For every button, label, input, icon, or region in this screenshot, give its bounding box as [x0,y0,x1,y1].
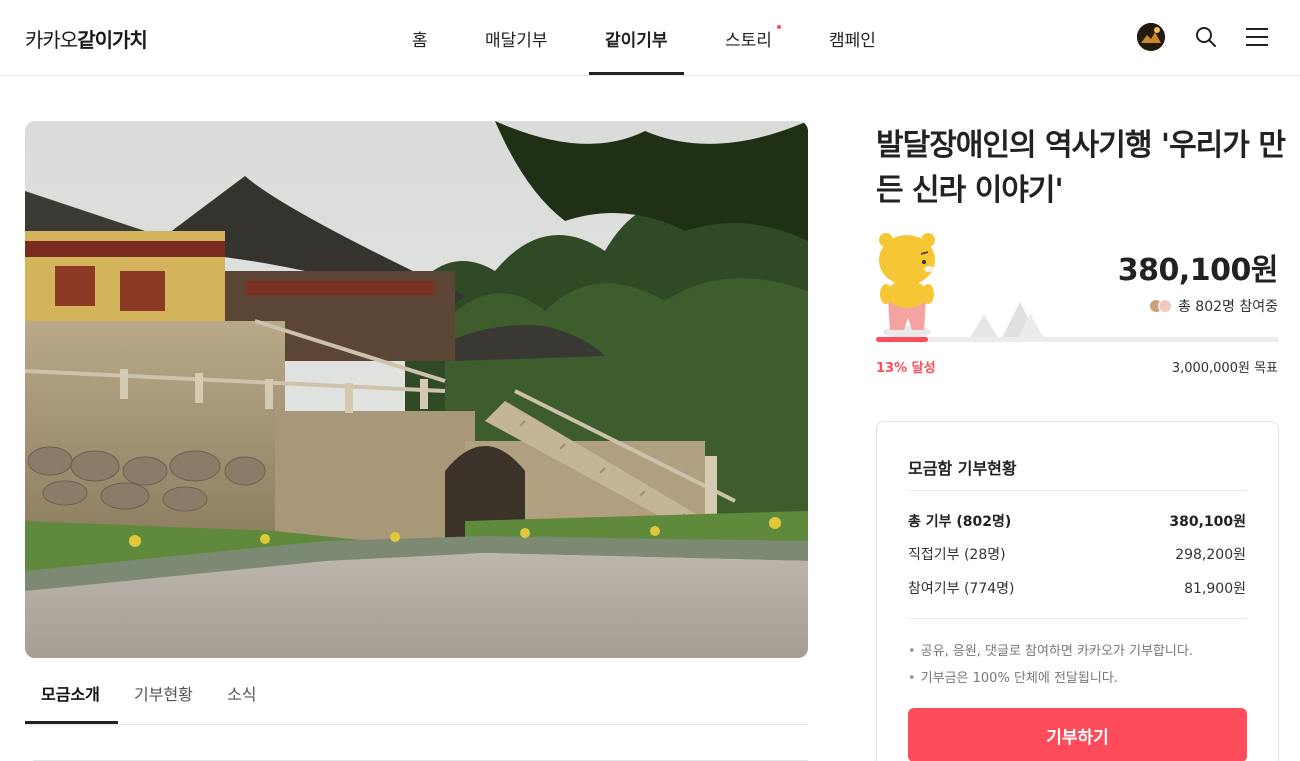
fundraiser-hero-image [25,121,808,658]
donation-note: 공유, 응원, 댓글로 참여하면 카카오가 기부합니다. [908,640,1193,659]
nav-story[interactable]: 스토리 [725,26,772,51]
direct-donation-value: 298,200원 [1175,547,1246,563]
logo-text-regular: 카카오 [25,28,78,52]
participation-donation-value: 81,900원 [1184,581,1246,597]
tab-news[interactable]: 소식 [227,681,256,705]
card-divider [908,490,1247,491]
tab-donation-status[interactable]: 기부현황 [134,681,193,705]
nav-home[interactable]: 홈 [412,26,428,51]
tabs-divider [25,724,808,725]
donation-status-card: 모금함 기부현황 총 기부 (802명) 380,100원 직접기부 (28명)… [876,421,1279,761]
new-indicator-dot [777,25,781,29]
nav-active-underline [589,72,684,75]
participants-text: 총 802명 참여중 [1177,299,1278,315]
donation-card-title: 모금함 기부현황 [908,459,1017,478]
goal-amount-label: 3,000,000원 목표 [1171,361,1278,376]
progress-bar [876,337,1279,342]
fundraiser-title: 발달장애인의 역사기행 '우리가 만든 신라 이야기' [876,128,1286,208]
total-donation-label: 총 기부 (802명) [908,514,1012,530]
donation-note: 기부금은 100% 단체에 전달됩니다. [908,667,1118,686]
card-divider [908,618,1247,619]
profile-avatar[interactable] [1137,23,1165,51]
raised-amount: 380,100원 [1117,253,1279,288]
nav-monthly-donation[interactable]: 매달기부 [485,26,548,51]
participant-avatar [1157,299,1172,313]
total-donation-value: 380,100원 [1169,514,1246,530]
logo-text-bold: 같이가치 [77,28,148,52]
menu-icon[interactable] [1242,22,1272,52]
nav-campaign[interactable]: 캠페인 [829,26,876,51]
tab-fundraiser-intro[interactable]: 모금소개 [41,681,100,705]
top-header: 카카오같이가치 홈 매달기부 같이기부 스토리 캠페인 [0,0,1300,76]
direct-donation-label: 직접기부 (28명) [908,547,1006,563]
kakao-gachi-logo[interactable]: 카카오같이가치 [25,24,148,53]
progress-bar-fill [876,337,929,342]
ryan-character-icon [879,233,935,338]
progress-mountains-icon [970,302,1044,338]
participant-avatars [1148,299,1172,313]
participation-donation-label: 참여기부 (774명) [908,581,1015,597]
donate-button[interactable]: 기부하기 [908,708,1247,761]
tab-active-underline [25,721,118,724]
nav-together-donation[interactable]: 같이기부 [605,26,668,51]
search-icon[interactable] [1191,22,1221,52]
progress-percent-label: 13% 달성 [876,361,936,376]
participants-count: 총 802명 참여중 [1148,296,1278,316]
